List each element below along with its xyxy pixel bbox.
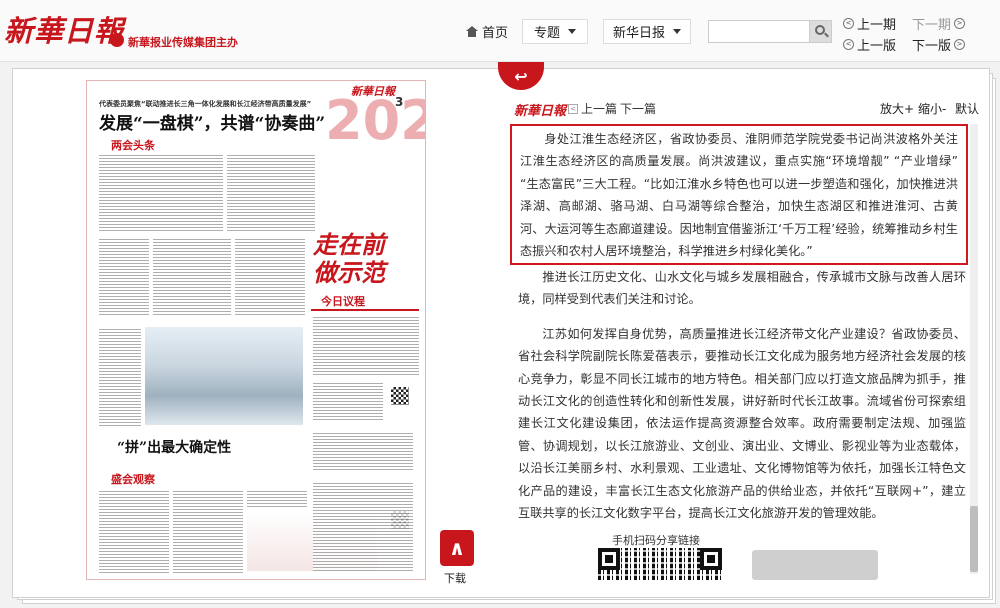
text-block[interactable] — [99, 489, 169, 575]
text-block[interactable] — [247, 489, 307, 509]
next-article-link[interactable]: 下一篇 — [620, 100, 656, 117]
prev-edition-label: 上一版 — [857, 39, 897, 54]
factory-photo[interactable] — [145, 327, 303, 425]
text-block[interactable] — [99, 327, 141, 427]
qr-code-icon — [391, 387, 409, 405]
home-link[interactable]: 首页 — [466, 22, 508, 41]
zoom-in-button[interactable]: 放大+ — [880, 100, 914, 117]
text-block[interactable] — [313, 381, 383, 421]
text-block[interactable] — [313, 431, 413, 471]
section-label: 两会头条 — [111, 139, 155, 152]
search-button[interactable] — [809, 20, 832, 43]
top-bar: 新華日報 新華报业传媒集团主办 首页 专题 新华日报 < 上一期 下一期 > <… — [0, 0, 1000, 62]
chevron-left-icon: < — [568, 103, 578, 114]
topic-dropdown[interactable]: 专题 — [522, 19, 588, 44]
headline-kicker: 代表委员聚焦“联动推进长三角一体化发展和长江经济带高质量发展” — [99, 100, 312, 108]
text-block[interactable] — [173, 489, 243, 575]
return-arrow-icon: ↩ — [514, 66, 528, 86]
next-period-label: 下一期 — [912, 18, 952, 33]
chevron-left-icon: < — [843, 39, 854, 50]
qr-finder-icon — [598, 548, 620, 570]
main-headline[interactable]: 发展“一盘棋”，共谱“协奏曲” — [99, 109, 325, 134]
caret-down-icon — [673, 29, 681, 34]
article-paragraph: 江苏如何发挥自身优势，高质量推进长江经济带文化产业建设？省政协委员、省社会科学院… — [518, 326, 966, 521]
topic-dropdown-label: 专题 — [533, 26, 560, 41]
chevron-right-icon: > — [954, 18, 966, 29]
next-edition-label: 下一版 — [912, 39, 952, 54]
slogan-graphic: 走在前 做示范 — [313, 230, 385, 287]
zoom-default-button[interactable]: 默认 — [955, 100, 979, 117]
paper-dropdown-label: 新华日报 — [612, 26, 665, 41]
secondary-headline[interactable]: “拼”出最大确定性 — [117, 437, 231, 457]
prev-article-label: 上一篇 — [581, 102, 618, 116]
chevron-left-icon: < — [843, 18, 854, 29]
share-placeholder — [752, 550, 878, 580]
text-block[interactable] — [99, 237, 149, 317]
text-block[interactable] — [313, 481, 413, 571]
prev-period-link[interactable]: < 上一期 — [843, 14, 896, 33]
text-block[interactable] — [99, 153, 223, 231]
paper-dropdown[interactable]: 新华日报 — [603, 19, 691, 44]
next-edition-link[interactable]: 下一版 > — [912, 35, 966, 54]
agenda-text[interactable] — [313, 315, 419, 375]
agenda-title: 今日议程 — [321, 295, 365, 308]
article-logo: 新華日報 — [514, 104, 567, 119]
text-block[interactable] — [153, 237, 231, 317]
year-graphic: 2024 — [325, 89, 425, 152]
home-icon — [466, 26, 478, 37]
caret-down-icon — [568, 29, 576, 34]
prev-edition-link[interactable]: < 上一版 — [843, 35, 896, 54]
organizer-text: 新華报业传媒集团主办 — [128, 36, 238, 49]
prev-period-label: 上一期 — [857, 18, 897, 33]
qr-finder-icon — [700, 548, 722, 570]
highlighted-paragraph: 身处江淮生态经济区，省政协委员、淮阴师范学院党委书记尚洪波格外关注江淮生态经济区… — [510, 124, 968, 265]
chevron-right-icon: > — [954, 39, 966, 50]
prev-article-link[interactable]: < 上一篇 — [568, 100, 617, 117]
share-label: 手机扫码分享链接 — [612, 534, 700, 547]
download-label[interactable]: 下载 — [444, 570, 466, 586]
pdf-icon: ∧ — [448, 536, 466, 560]
article-paragraph: 身处江淮生态经济区，省政协委员、淮阴师范学院党委书记尚洪波格外关注江淮生态经济区… — [520, 132, 958, 259]
zoom-out-button[interactable]: 缩小- — [918, 100, 946, 117]
text-block[interactable] — [235, 237, 305, 317]
search-input[interactable] — [708, 20, 810, 43]
text-block[interactable] — [227, 153, 315, 231]
group-emblem-icon — [110, 33, 124, 47]
article-paragraph: 推进长江历史文化、山水文化与城乡发展相融合，传承城市文脉与改善人居环境，同样受到… — [518, 270, 966, 307]
article-body: 推进长江历史文化、山水文化与城乡发展相融合，传承城市文脉与改善人居环境，同样受到… — [518, 266, 966, 524]
home-label: 首页 — [482, 26, 509, 41]
scrollbar-thumb[interactable] — [970, 506, 978, 572]
newspaper-page-thumbnail[interactable]: 新華日報 3 2024 代表委员聚焦“联动推进长三角一体化发展和长江经济带高质量… — [86, 80, 426, 580]
pdf-download-button[interactable]: ∧ — [440, 530, 474, 566]
site-logo[interactable]: 新華日報 — [4, 8, 124, 50]
next-period-link[interactable]: 下一期 > — [912, 14, 966, 33]
section-label-2: 盛会观察 — [111, 473, 155, 486]
